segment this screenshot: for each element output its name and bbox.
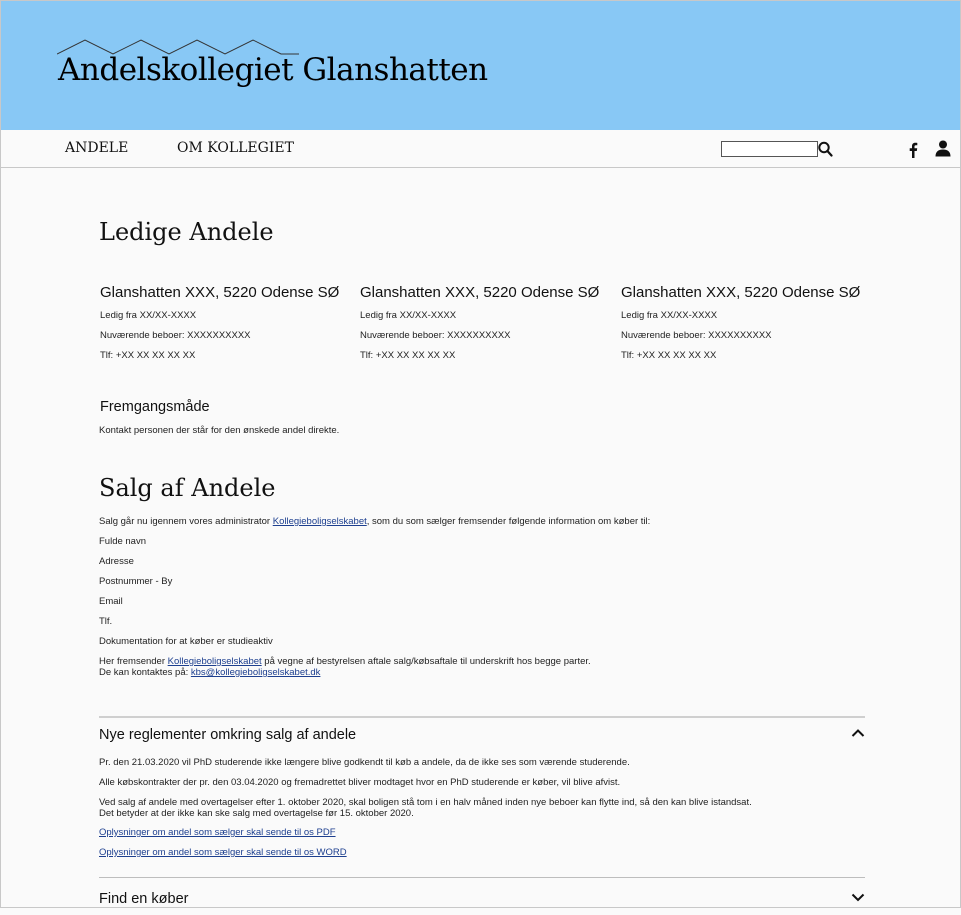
vacancy-available: Ledig fra XX/XX-XXXX <box>621 310 718 321</box>
sales-contact: De kan kontaktes på: kbs@kollegieboligse… <box>99 667 320 678</box>
vacancy-card: Glanshatten XXX, 5220 Odense SØ Ledig fr… <box>360 284 610 370</box>
vacancy-card: Glanshatten XXX, 5220 Odense SØ Ledig fr… <box>621 284 871 370</box>
vacancy-available: Ledig fra XX/XX-XXXX <box>360 310 457 321</box>
sales-intro-text-end: , som du som sælger fremsender følgende … <box>366 516 651 527</box>
pdf-download-link[interactable]: Oplysninger om andel som sælger skal sen… <box>99 827 336 838</box>
contact-text: De kan kontaktes på: <box>99 667 191 678</box>
regulation-link-word: Oplysninger om andel som sælger skal sen… <box>99 847 347 858</box>
regulation-text: Alle købskontrakter der pr. den 03.04.20… <box>99 777 621 788</box>
field-item: Adresse <box>99 556 134 567</box>
chevron-up-icon[interactable] <box>851 728 865 738</box>
vacancy-resident: Nuværende beboer: XXXXXXXXXX <box>360 330 511 341</box>
vacancy-title: Glanshatten XXX, 5220 Odense SØ <box>360 284 600 301</box>
field-item: Fulde navn <box>99 536 147 547</box>
chevron-down-icon[interactable] <box>851 892 865 902</box>
vacancy-title: Glanshatten XXX, 5220 Odense SØ <box>100 284 340 301</box>
field-item: Email <box>99 596 123 607</box>
word-download-link[interactable]: Oplysninger om andel som sælger skal sen… <box>99 847 347 858</box>
user-icon[interactable] <box>935 140 951 157</box>
regulation-link-pdf: Oplysninger om andel som sælger skal sen… <box>99 827 336 838</box>
site-title[interactable]: Andelskollegiet Glanshatten <box>58 52 488 88</box>
divider <box>99 716 865 718</box>
accordion-title: Find en køber <box>99 891 189 907</box>
vacancy-phone: Tlf: +XX XX XX XX XX <box>621 350 717 361</box>
search-icon[interactable] <box>818 141 833 157</box>
administrator-link[interactable]: Kollegieboligselskabet <box>273 516 367 527</box>
field-item: Tlf. <box>99 616 113 627</box>
regulation-text: Pr. den 21.03.2020 vil PhD studerende ik… <box>99 757 630 768</box>
search-input[interactable] <box>721 141 818 157</box>
field-item: Postnummer - By <box>99 576 173 587</box>
vacancy-available: Ledig fra XX/XX-XXXX <box>100 310 197 321</box>
procedure-text: Kontakt personen der står for den ønsked… <box>99 425 340 436</box>
procedure-heading: Fremgangsmåde <box>100 399 210 415</box>
vacancy-phone: Tlf: +XX XX XX XX XX <box>360 350 456 361</box>
vacancy-phone: Tlf: +XX XX XX XX XX <box>100 350 196 361</box>
regulation-text: Det betyder at der ikke kan ske salg med… <box>99 808 414 819</box>
email-link[interactable]: kbs@kollegieboligselskabet.dk <box>191 667 321 678</box>
vacancy-resident: Nuværende beboer: XXXXXXXXXX <box>621 330 772 341</box>
send-text-end: på vegne af bestyrelsen aftale salg/købs… <box>261 656 591 667</box>
vacancy-card: Glanshatten XXX, 5220 Odense SØ Ledig fr… <box>100 284 350 370</box>
vacancies-heading: Ledige Andele <box>99 218 274 246</box>
facebook-icon[interactable] <box>908 142 918 158</box>
main-nav: ANDELE OM KOLLEGIET <box>1 130 960 168</box>
accordion-header-regulations[interactable]: Nye reglementer omkring salg af andele <box>99 727 865 751</box>
send-text: Her fremsender <box>99 656 168 667</box>
nav-item-om-kollegiet[interactable]: OM KOLLEGIET <box>177 140 294 156</box>
vacancy-title: Glanshatten XXX, 5220 Odense SØ <box>621 284 861 301</box>
accordion-header-find-buyer[interactable]: Find en køber <box>99 891 865 915</box>
vacancy-resident: Nuværende beboer: XXXXXXXXXX <box>100 330 251 341</box>
administrator-link[interactable]: Kollegieboligselskabet <box>168 656 262 667</box>
accordion-title: Nye reglementer omkring salg af andele <box>99 727 357 743</box>
site-header: Andelskollegiet Glanshatten <box>1 1 960 130</box>
field-item: Dokumentation for at køber er studieakti… <box>99 636 273 647</box>
sales-heading: Salg af Andele <box>99 474 276 502</box>
sales-intro-text: Salg går nu igennem vores administrator <box>99 516 273 527</box>
sales-intro: Salg går nu igennem vores administrator … <box>99 516 650 527</box>
sales-send-text: Her fremsender Kollegieboligselskabet på… <box>99 656 591 667</box>
regulation-text: Ved salg af andele med overtagelser efte… <box>99 797 752 808</box>
divider <box>99 877 865 878</box>
nav-item-andele[interactable]: ANDELE <box>65 140 128 156</box>
